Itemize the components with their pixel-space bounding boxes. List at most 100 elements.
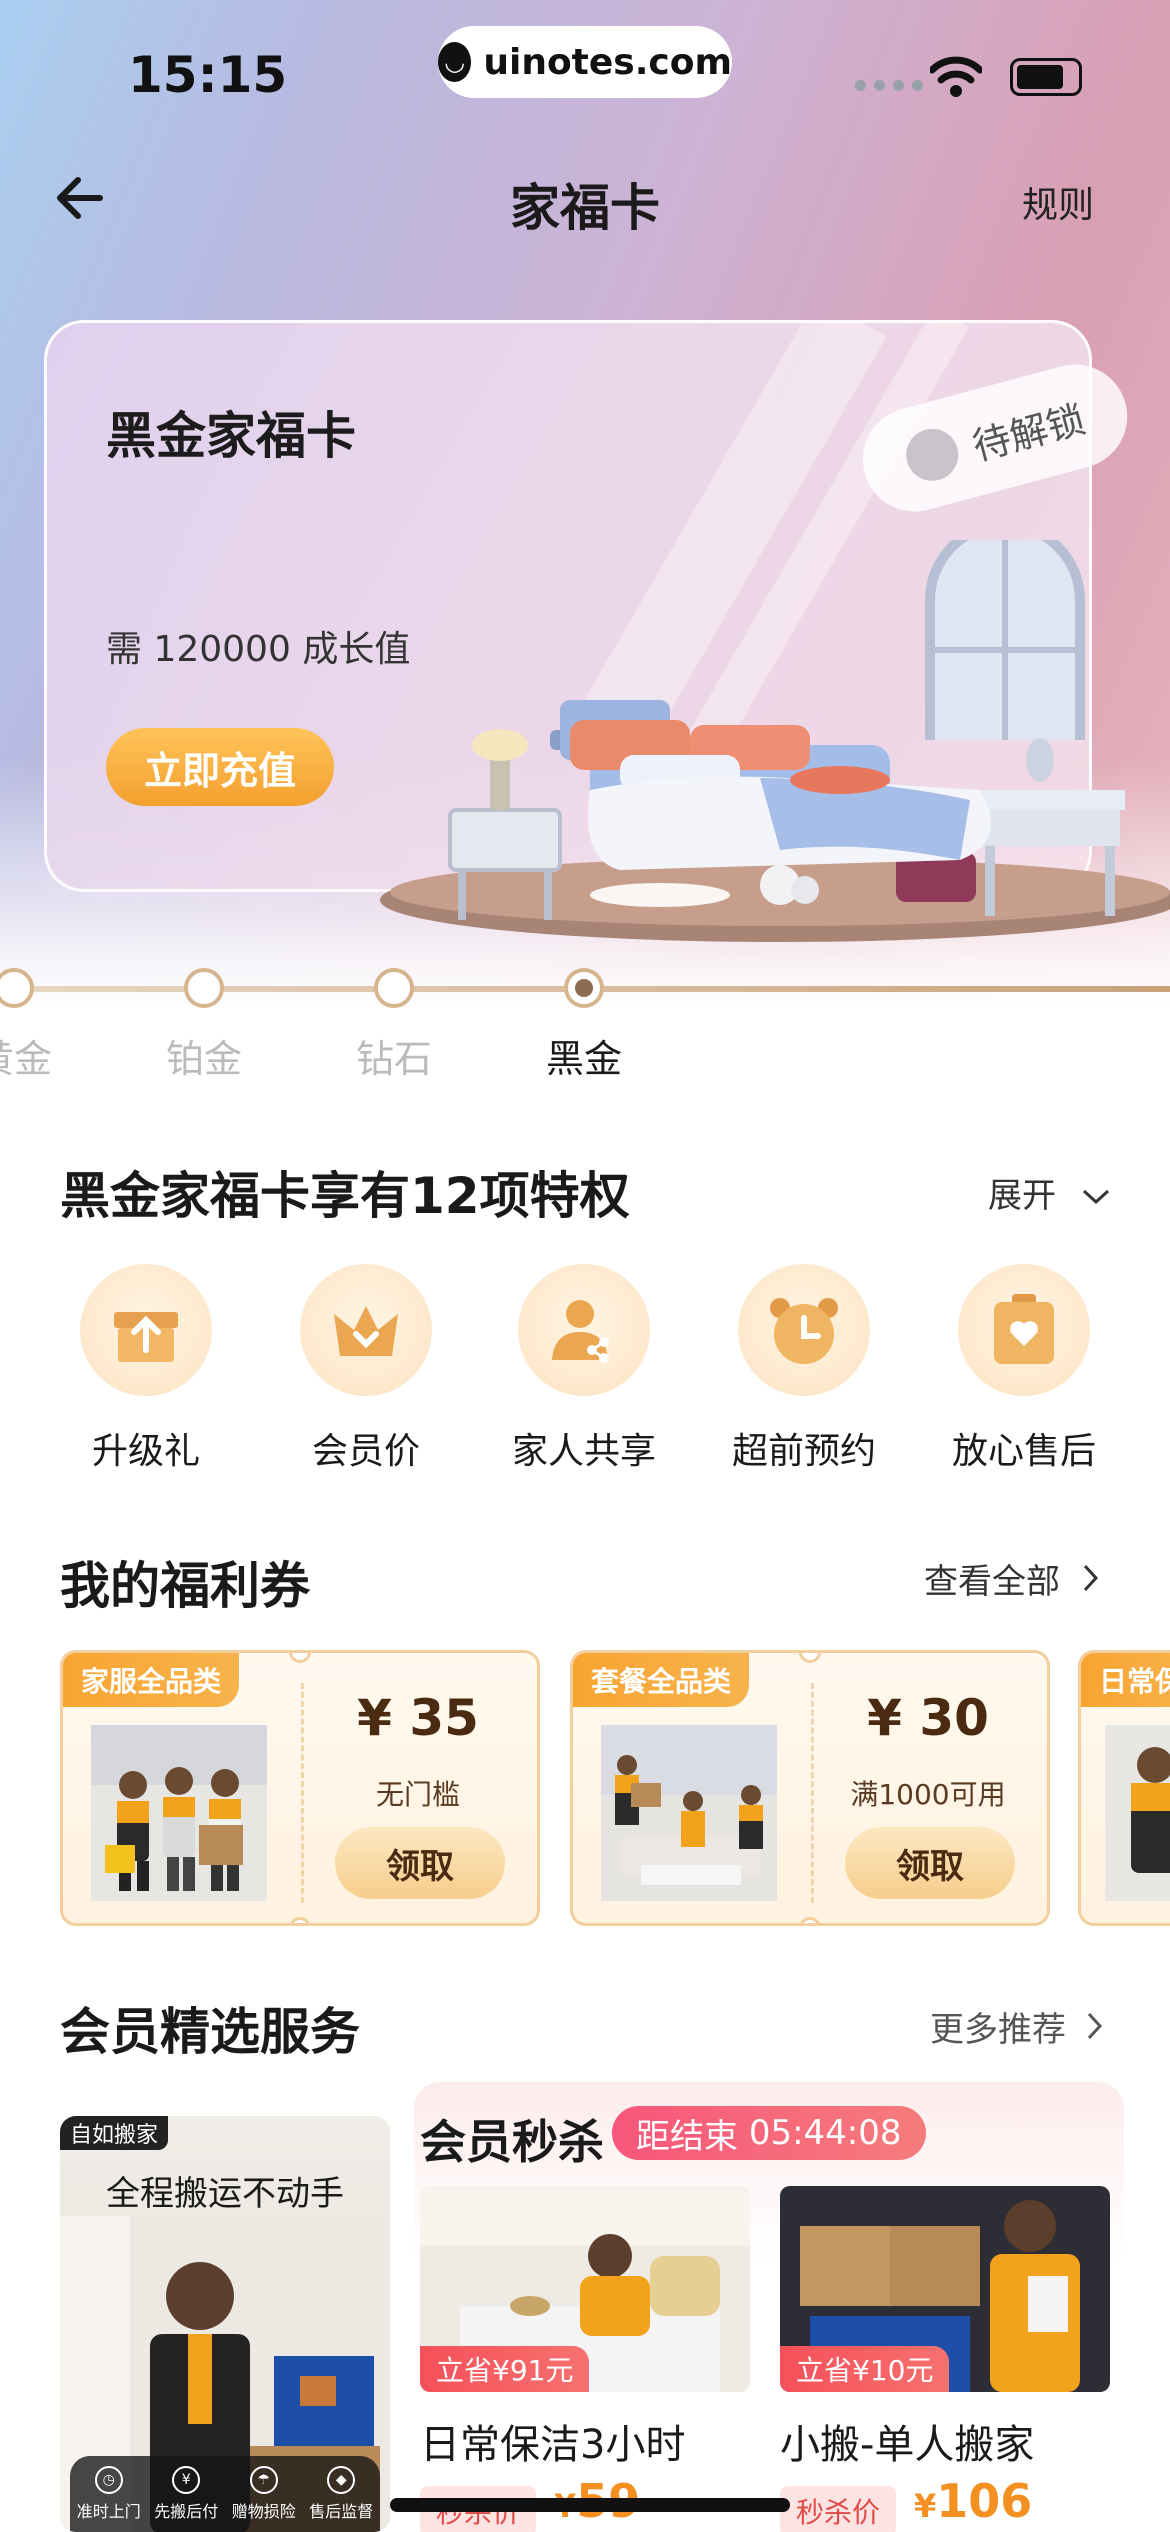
privilege-label-family-share: 家人共享 [511, 1431, 656, 1472]
share-user-icon [552, 1300, 609, 1363]
level-label-black-gold[interactable]: 黑金 [524, 1028, 644, 1083]
url-pill[interactable]: ◡ uinotes.com [438, 26, 732, 98]
privilege-label-after-sales: 放心售后 [951, 1431, 1096, 1472]
url-text: uinotes.com [483, 41, 732, 83]
claim-coupon-button[interactable]: 领取 [845, 1827, 1015, 1899]
privilege-label-early-booking: 超前预约 [731, 1431, 876, 1472]
coupon-value: 30 [919, 1689, 989, 1747]
page-title: 家福卡 [510, 179, 660, 237]
coupons-title: 我的福利券 [60, 1557, 310, 1615]
view-all-label: 查看全部 [924, 1562, 1060, 1602]
rules-link[interactable]: 规则 [1022, 176, 1094, 228]
claim-coupon-button[interactable]: 领取 [335, 1827, 505, 1899]
more-recommendations-label: 更多推荐 [930, 2010, 1066, 2050]
countdown-label: 距结束 [636, 2116, 738, 2157]
privilege-label-upgrade-gift: 升级礼 [91, 1431, 200, 1472]
flash-price-tag: 秒杀价 [780, 2486, 897, 2532]
lock-icon [900, 422, 965, 487]
banner-slogan: 全程搬运不动手 [106, 2174, 344, 2214]
screen: 15:15 ◡ uinotes.com 家福卡 规则 黑金家福卡 待解锁 需 1… [0, 0, 1170, 2532]
price-value: 106 [936, 2474, 1033, 2528]
coupon-notch [799, 1917, 821, 1923]
wifi-icon [930, 56, 982, 97]
crown-icon [334, 1306, 398, 1356]
gift-box-icon [114, 1312, 178, 1362]
chevron-right-icon [1087, 2012, 1102, 2040]
umbrella-icon: ☂ [249, 2466, 278, 2494]
feature-label: 准时上门 [76, 2502, 141, 2521]
feature-insurance: ☂ 赠物损险 [232, 2466, 296, 2522]
level-node-diamond[interactable] [374, 968, 414, 1008]
signal-icon [855, 80, 923, 91]
coupon-category-tag: 套餐全品类 [573, 1653, 750, 1707]
feature-label: 售后监督 [309, 2502, 374, 2521]
flash-item-image[interactable]: 立省¥10元 [780, 2186, 1110, 2392]
expand-label: 展开 [988, 1176, 1056, 1216]
feature-label: 赠物损险 [231, 2502, 296, 2521]
service-features-bar: ◷ 准时上门 ¥ 先搬后付 ☂ 赠物损险 ◆ 售后监督 [70, 2456, 380, 2532]
privilege-early-booking[interactable] [738, 1264, 870, 1396]
coupon-category-tag: 日常保 [1081, 1653, 1170, 1707]
feature-label: 先搬后付 [154, 2502, 219, 2521]
flash-item-name[interactable]: 小搬-单人搬家 [780, 2412, 1034, 2470]
coupon-card-partial: 日常保 [1078, 1650, 1170, 1926]
chevron-down-icon [1082, 1189, 1109, 1205]
brand-tag: 自如搬家 [60, 2116, 169, 2150]
privilege-family-share[interactable] [518, 1264, 650, 1396]
coupon-condition: 无门槛 [375, 1778, 460, 1811]
moving-service-banner[interactable]: 自如搬家 全程搬运不动手 ◷ 准时上门 ¥ 先搬后付 ☂ 赠物损险 ◆ 售后监督 [60, 2116, 390, 2532]
services-title: 会员精选服务 [60, 2003, 360, 2061]
coupon-notch [289, 1917, 311, 1923]
savings-tag: 立省¥91元 [420, 2346, 590, 2392]
privilege-after-sales[interactable] [958, 1264, 1090, 1396]
feature-supervision: ◆ 售后监督 [309, 2466, 373, 2522]
card-title: 黑金家福卡 [106, 407, 356, 465]
battery-icon [1010, 58, 1082, 96]
coupon-image [1105, 1725, 1170, 1901]
privileges-title: 黑金家福卡享有12项特权 [60, 1167, 630, 1225]
site-logo-icon: ◡ [438, 42, 472, 82]
flash-sale-title: 会员秒杀 [420, 2115, 604, 2169]
level-label-platinum[interactable]: 铂金 [144, 1028, 264, 1083]
flash-item-image[interactable]: 立省¥91元 [420, 2186, 750, 2392]
coupon-amount: ¥ 35 [323, 1689, 513, 1747]
coupon-card: 家服全品类 ¥ 35 无门槛 领取 [60, 1650, 540, 1926]
coupon-currency: ¥ [357, 1689, 392, 1747]
feature-on-time: ◷ 准时上门 [77, 2466, 141, 2522]
level-label-diamond[interactable]: 钻石 [334, 1028, 454, 1083]
coupon-condition: 满1000可用 [850, 1778, 1006, 1811]
coupon-category-tag: 家服全品类 [63, 1653, 240, 1707]
level-node-platinum[interactable] [184, 968, 224, 1008]
coupon-image [91, 1725, 267, 1901]
privilege-member-price[interactable] [300, 1264, 432, 1396]
feature-pay-later: ¥ 先搬后付 [154, 2466, 218, 2522]
coupon-notch [799, 1653, 821, 1663]
coupon-currency: ¥ [867, 1689, 902, 1747]
price-currency: ¥ [914, 2487, 937, 2525]
expand-button[interactable]: 展开 [988, 1168, 1111, 1217]
shield-icon: ◆ [327, 2466, 356, 2494]
privilege-label-member-price: 会员价 [311, 1431, 420, 1472]
countdown-badge: 距结束 05:44:08 [612, 2106, 926, 2160]
coupon-amount: ¥ 30 [833, 1689, 1023, 1747]
more-recommendations-link[interactable]: 更多推荐 [930, 2002, 1105, 2051]
recharge-button[interactable]: 立即充值 [106, 728, 334, 806]
coupon-notch [289, 1653, 311, 1663]
savings-tag: 立省¥10元 [780, 2346, 950, 2392]
heart-clipboard-icon [994, 1294, 1054, 1364]
bedroom-illustration [380, 540, 1170, 942]
status-time: 15:15 [128, 46, 288, 104]
yuan-icon: ¥ [172, 2466, 201, 2494]
level-label-gold[interactable]: 黄金 [0, 1028, 74, 1083]
flash-item-name[interactable]: 日常保洁3小时 [420, 2412, 685, 2470]
view-all-coupons-link[interactable]: 查看全部 [924, 1554, 1101, 1603]
privilege-upgrade-gift[interactable] [80, 1264, 212, 1396]
home-indicator[interactable] [390, 2498, 790, 2512]
chevron-right-icon [1083, 1564, 1098, 1592]
level-node-black-gold[interactable] [564, 968, 604, 1008]
locked-label: 待解锁 [967, 396, 1090, 469]
coupon-image [601, 1725, 777, 1901]
coupon-card: 套餐全品类 ¥ 30 满1000可用 领取 [570, 1650, 1050, 1926]
alarm-clock-icon [770, 1298, 838, 1364]
countdown-value: 05:44:08 [748, 2113, 902, 2153]
